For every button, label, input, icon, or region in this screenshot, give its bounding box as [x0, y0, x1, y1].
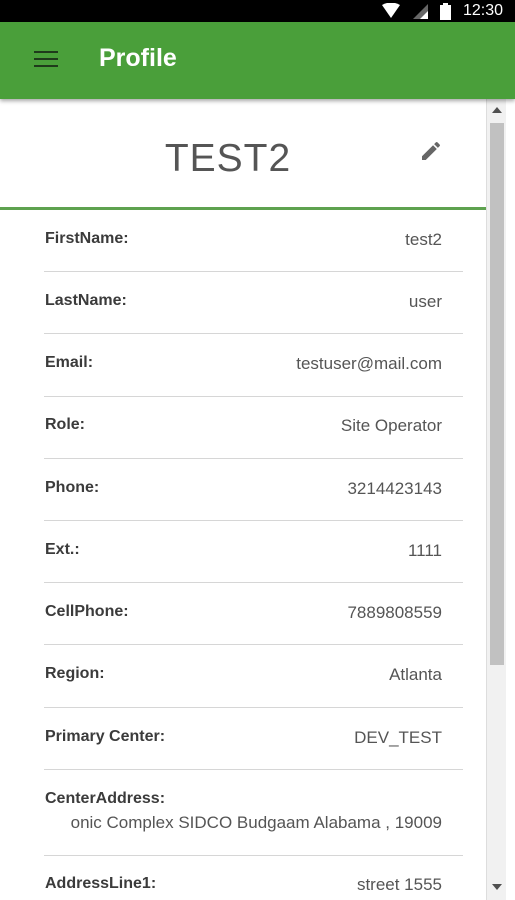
scrollbar-thumb[interactable]	[490, 123, 504, 665]
profile-content[interactable]: TEST2 FirstName: test2 LastName: user Em…	[0, 99, 515, 900]
field-value: Site Operator	[340, 416, 442, 435]
status-bar: 12:30	[0, 0, 515, 22]
field-row-lastname: LastName: user	[44, 272, 463, 334]
field-value: 7889808559	[347, 603, 442, 622]
menu-icon[interactable]	[34, 51, 58, 69]
scrollbar[interactable]	[486, 99, 507, 900]
field-value: 3214423143	[347, 479, 442, 498]
field-value: test2	[405, 230, 442, 249]
field-label: Region:	[45, 665, 105, 682]
field-label: Phone:	[45, 479, 100, 496]
field-label: Ext.:	[45, 541, 80, 558]
field-row-phone: Phone: 3214423143	[44, 459, 463, 521]
field-value: onic Complex SIDCO Budgaam Alabama , 190…	[70, 813, 442, 832]
field-label: Primary Center:	[45, 728, 166, 745]
wifi-icon	[381, 3, 400, 18]
field-row-center-address: CenterAddress: onic Complex SIDCO Budgaa…	[44, 770, 463, 856]
field-row-ext: Ext.: 1111	[44, 521, 463, 583]
field-value: street 1555	[356, 875, 442, 894]
app-bar: Profile	[0, 22, 515, 99]
profile-name: TEST2	[164, 137, 292, 180]
field-row-email: Email: testuser@mail.com	[44, 334, 463, 397]
field-label: Role:	[45, 416, 85, 433]
field-row-primary-center: Primary Center: DEV_TEST	[44, 708, 463, 770]
field-label: CenterAddress:	[45, 790, 166, 807]
field-label: Email:	[45, 354, 94, 371]
profile-header: TEST2	[0, 99, 486, 210]
field-value: DEV_TEST	[354, 728, 442, 747]
scroll-down-icon[interactable]	[492, 884, 502, 890]
pencil-icon[interactable]	[419, 139, 443, 163]
status-time: 12:30	[462, 2, 503, 19]
battery-icon	[439, 2, 451, 20]
field-value: user	[408, 292, 442, 311]
field-label: AddressLine1:	[45, 875, 157, 892]
field-row-cellphone: CellPhone: 7889808559	[44, 583, 463, 645]
field-value: 1111	[407, 541, 442, 560]
right-edge	[506, 99, 515, 900]
signal-icon	[412, 4, 428, 19]
field-label: FirstName:	[45, 230, 129, 247]
page-title: Profile	[99, 44, 177, 72]
field-row-firstname: FirstName: test2	[44, 210, 463, 272]
field-row-role: Role: Site Operator	[44, 397, 463, 459]
field-row-region: Region: Atlanta	[44, 645, 463, 708]
field-row-addressline1: AddressLine1: street 1555	[44, 856, 463, 900]
field-value: Atlanta	[389, 665, 442, 684]
field-label: LastName:	[45, 292, 127, 309]
field-value: testuser@mail.com	[296, 354, 442, 373]
status-icons: 12:30	[381, 2, 503, 20]
field-label: CellPhone:	[45, 603, 129, 620]
scroll-up-icon[interactable]	[492, 107, 502, 113]
